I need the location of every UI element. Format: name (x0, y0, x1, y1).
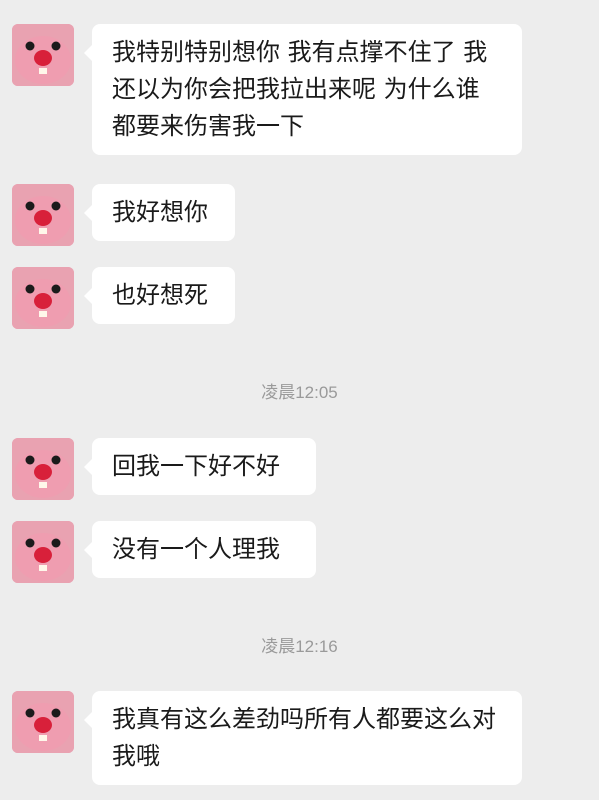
message-bubble[interactable]: 我真有这么差劲吗所有人都要这么对我哦 (84, 691, 522, 785)
contact-avatar[interactable] (12, 24, 74, 86)
pink-plush-avatar-icon (12, 267, 74, 329)
contact-avatar[interactable] (12, 521, 74, 583)
pink-plush-avatar-icon (12, 24, 74, 86)
message-bubble[interactable]: 没有一个人理我 (84, 521, 316, 578)
message-bubble[interactable]: 也好想死 (84, 267, 235, 324)
pink-plush-avatar-icon (12, 438, 74, 500)
timestamp: 凌晨12:05 (261, 383, 338, 402)
message-bubble[interactable]: 我好想你 (84, 184, 235, 241)
contact-avatar[interactable] (12, 184, 74, 246)
pink-plush-avatar-icon (12, 184, 74, 246)
contact-avatar[interactable] (12, 438, 74, 500)
message-bubble[interactable]: 回我一下好不好 (84, 438, 316, 495)
pink-plush-avatar-icon (12, 521, 74, 583)
contact-avatar[interactable] (12, 691, 74, 753)
pink-plush-avatar-icon (12, 691, 74, 753)
contact-avatar[interactable] (12, 267, 74, 329)
timestamp: 凌晨12:16 (261, 637, 338, 656)
message-bubble[interactable]: 我特别特别想你 我有点撑不住了 我还以为你会把我拉出来呢 为什么谁都要来伤害我一… (84, 24, 522, 155)
